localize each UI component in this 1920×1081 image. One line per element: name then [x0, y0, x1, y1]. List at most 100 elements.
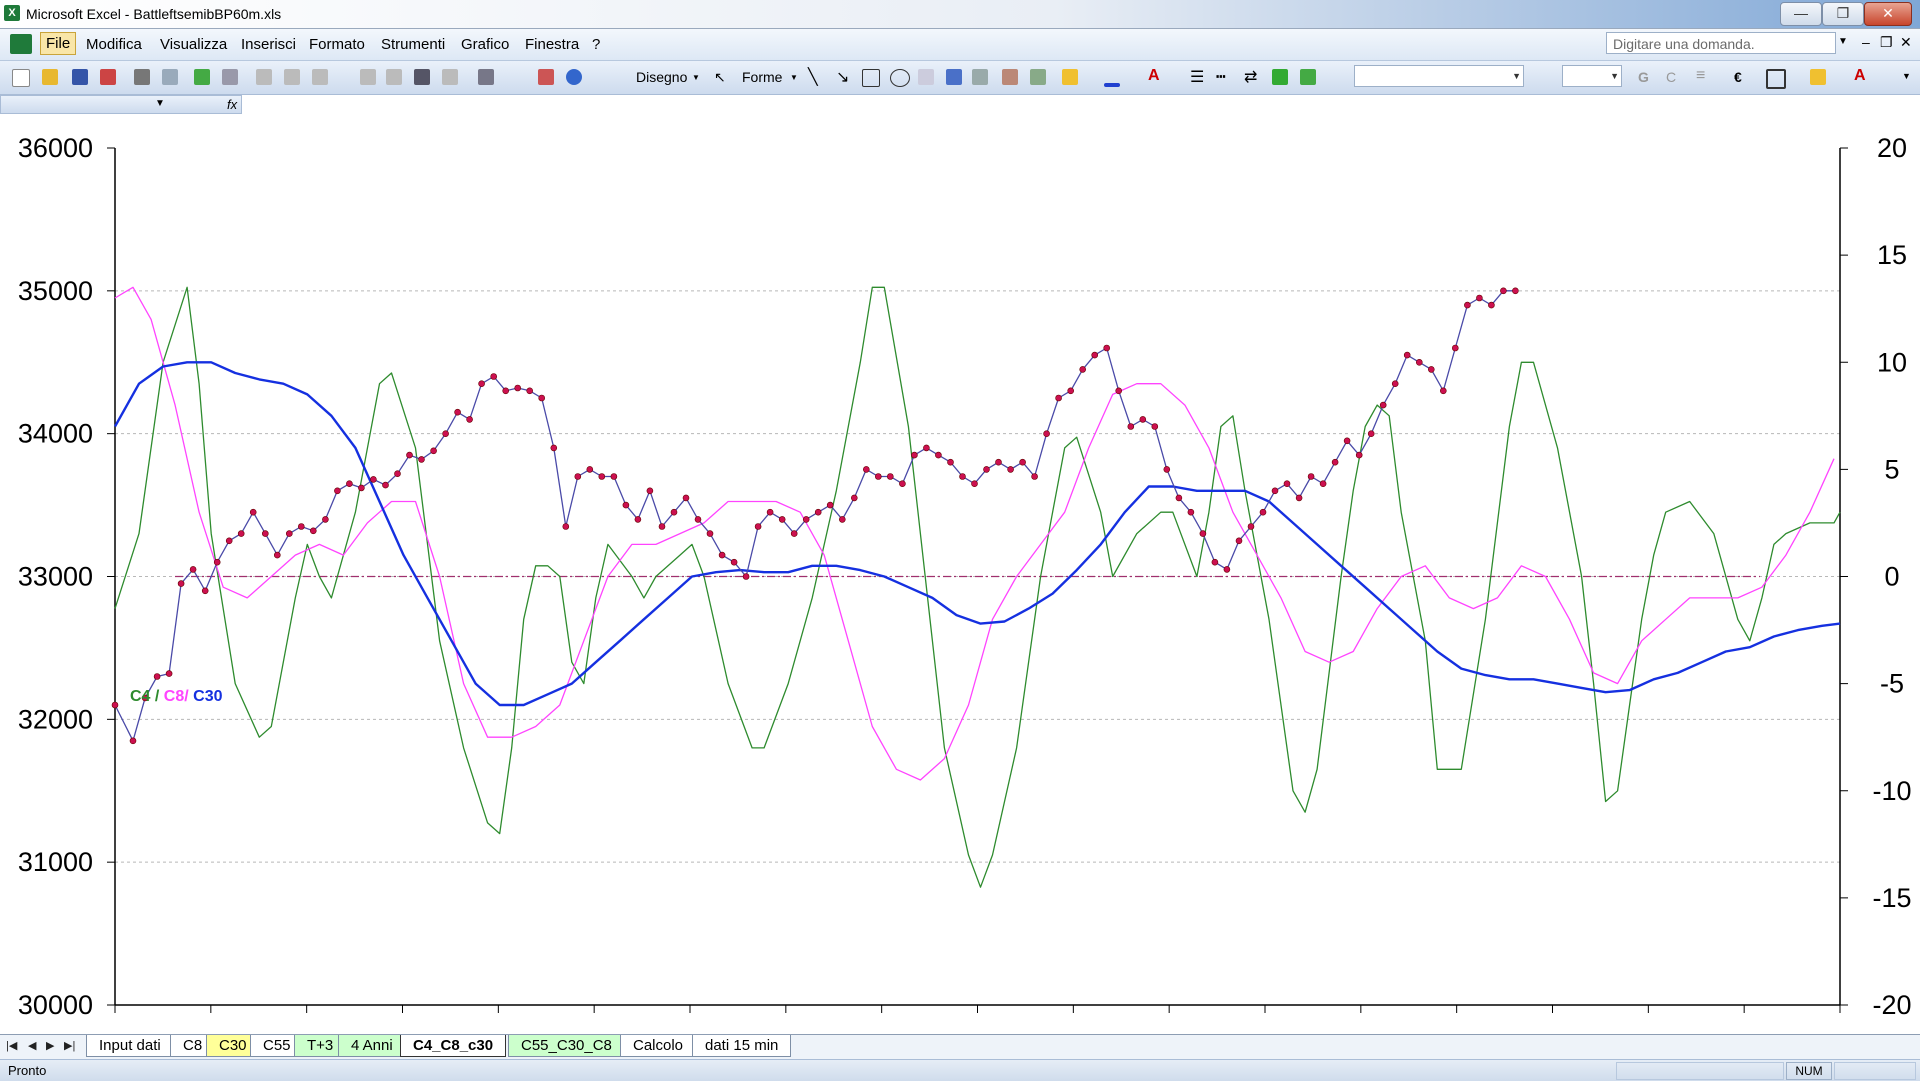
arrow-style-icon[interactable]: ⇄ — [1244, 67, 1257, 87]
left-axis-tick-label: 36000 — [18, 133, 93, 163]
save-icon[interactable] — [72, 69, 88, 85]
price-marker — [1355, 451, 1363, 459]
restore-icon[interactable]: ❐ — [1822, 2, 1864, 26]
price-marker — [1391, 380, 1399, 388]
research-icon[interactable] — [222, 69, 238, 85]
chart-area[interactable]: 36000 35000 34000 33000 32000 31000 30000 20 15 1… — [0, 115, 1920, 1035]
cell-font-color-icon[interactable]: A — [1854, 67, 1866, 85]
picture-icon[interactable] — [1030, 69, 1046, 85]
print-preview-icon[interactable] — [162, 69, 178, 85]
menu-visualizza[interactable]: Visualizza — [160, 36, 227, 53]
redo-icon[interactable] — [386, 69, 402, 85]
line-icon[interactable]: ╲ — [808, 67, 818, 87]
fx-icon[interactable]: fx — [227, 97, 237, 112]
excel-icon[interactable]: X — [4, 5, 20, 21]
left-axis-tick-label: 34000 — [18, 419, 93, 449]
last-sheet-icon[interactable]: ▶| — [64, 1039, 75, 1052]
select-pointer-icon[interactable]: ↖ — [714, 69, 726, 86]
excel-document-icon[interactable] — [10, 34, 32, 54]
permission-icon[interactable] — [100, 69, 116, 85]
3d-style-icon[interactable] — [1300, 69, 1316, 85]
draw-dropdown-icon[interactable]: ▼ — [692, 73, 700, 82]
sheet-tab-calcolo[interactable]: Calcolo — [620, 1035, 697, 1057]
next-sheet-icon[interactable]: ▶ — [46, 1039, 54, 1052]
font-size-select[interactable]: ▼ — [1562, 65, 1622, 87]
prev-sheet-icon[interactable]: ◀ — [28, 1039, 36, 1052]
cell-fill-icon[interactable] — [1810, 69, 1826, 85]
price-marker — [959, 473, 966, 480]
menu-strumenti[interactable]: Strumenti — [381, 36, 445, 53]
sheet-tab-dati-15-min[interactable]: dati 15 min — [692, 1035, 792, 1057]
minimize-icon[interactable]: — — [1780, 2, 1822, 26]
name-box-dropdown-icon[interactable]: ▼ — [155, 98, 165, 109]
line-style-icon[interactable]: ☰ — [1190, 67, 1204, 87]
spelling-icon[interactable] — [194, 69, 210, 85]
legend-c4: C4 — [130, 688, 151, 705]
menu-grafico[interactable]: Grafico — [461, 36, 509, 53]
open-icon[interactable] — [42, 69, 58, 85]
menu-finestra[interactable]: Finestra — [525, 36, 579, 53]
menu-file[interactable]: File — [40, 32, 77, 55]
italic-button[interactable]: C — [1666, 69, 1676, 85]
menu-inserisci[interactable]: Inserisci — [241, 36, 296, 53]
dash-style-icon[interactable]: ┅ — [1216, 67, 1226, 87]
help-icon[interactable] — [566, 69, 582, 85]
cut-icon[interactable] — [256, 69, 272, 85]
close-icon[interactable]: ✕ — [1864, 2, 1912, 26]
menu-formato[interactable]: Formato — [309, 36, 365, 53]
price-marker — [1488, 301, 1495, 309]
price-marker — [634, 516, 642, 523]
textbox-icon[interactable] — [918, 69, 934, 85]
arrow-icon[interactable]: ↘ — [836, 67, 849, 87]
sheet-tab-input-dati[interactable]: Input dati — [86, 1035, 174, 1057]
line-color-icon[interactable] — [1104, 83, 1120, 87]
chart-wizard-icon[interactable] — [538, 69, 554, 85]
name-box[interactable]: ▼ fx — [0, 95, 242, 114]
align-icon[interactable]: ≡ — [1696, 67, 1705, 85]
hyperlink-icon[interactable] — [414, 69, 430, 85]
toolbar-options-icon[interactable]: ▼ — [1902, 71, 1911, 81]
doc-close-icon[interactable]: ✕ — [1900, 34, 1912, 51]
shapes-menu[interactable]: Forme — [742, 69, 782, 85]
new-icon[interactable] — [12, 69, 30, 87]
menu-modifica[interactable]: Modifica — [86, 36, 142, 53]
borders-icon[interactable] — [1766, 69, 1786, 89]
price-marker — [1223, 566, 1231, 573]
sheet-tab-c55-c30-c8[interactable]: C55_C30_C8 — [508, 1035, 625, 1057]
font-name-select[interactable]: ▼ — [1354, 65, 1524, 87]
price-marker — [742, 573, 750, 580]
copy-icon[interactable] — [284, 69, 300, 85]
left-axis-tick-label: 30000 — [18, 990, 93, 1020]
fill-color-icon[interactable] — [1062, 69, 1078, 85]
right-axis-tick-label: -20 — [1872, 990, 1911, 1020]
first-sheet-icon[interactable]: |◀ — [6, 1039, 17, 1052]
oval-icon[interactable] — [890, 69, 910, 87]
print-icon[interactable] — [134, 69, 150, 85]
sheet-tab-4-anni[interactable]: 4 Anni — [338, 1035, 406, 1057]
draw-menu[interactable]: Disegno — [636, 69, 687, 85]
ask-question-input[interactable]: Digitare una domanda. — [1606, 32, 1836, 54]
paste-icon[interactable] — [312, 69, 328, 85]
ask-dropdown-icon[interactable]: ▼ — [1838, 36, 1848, 47]
price-marker — [1175, 494, 1183, 502]
doc-minimize-icon[interactable]: – — [1862, 34, 1870, 50]
price-marker — [213, 558, 221, 566]
currency-button[interactable]: € — [1734, 69, 1742, 85]
font-color-icon[interactable]: A — [1148, 67, 1160, 85]
rectangle-icon[interactable] — [862, 69, 880, 87]
undo-icon[interactable] — [360, 69, 376, 85]
doc-restore-icon[interactable]: ❐ — [1880, 34, 1893, 51]
diagram-icon[interactable] — [972, 69, 988, 85]
menu-help[interactable]: ? — [592, 36, 600, 53]
shadow-style-icon[interactable] — [1272, 69, 1288, 85]
price-marker — [730, 558, 738, 566]
autosum-icon[interactable] — [442, 69, 458, 85]
price-marker — [1440, 387, 1447, 395]
sort-icon[interactable] — [478, 69, 494, 85]
wordart-icon[interactable] — [946, 69, 962, 85]
sheet-tab-c4-c8-c30[interactable]: C4_C8_c30 — [400, 1035, 507, 1057]
price-marker — [1067, 387, 1074, 395]
shapes-dropdown-icon[interactable]: ▼ — [790, 73, 798, 82]
clipart-icon[interactable] — [1002, 69, 1018, 85]
bold-button[interactable]: G — [1638, 69, 1649, 85]
